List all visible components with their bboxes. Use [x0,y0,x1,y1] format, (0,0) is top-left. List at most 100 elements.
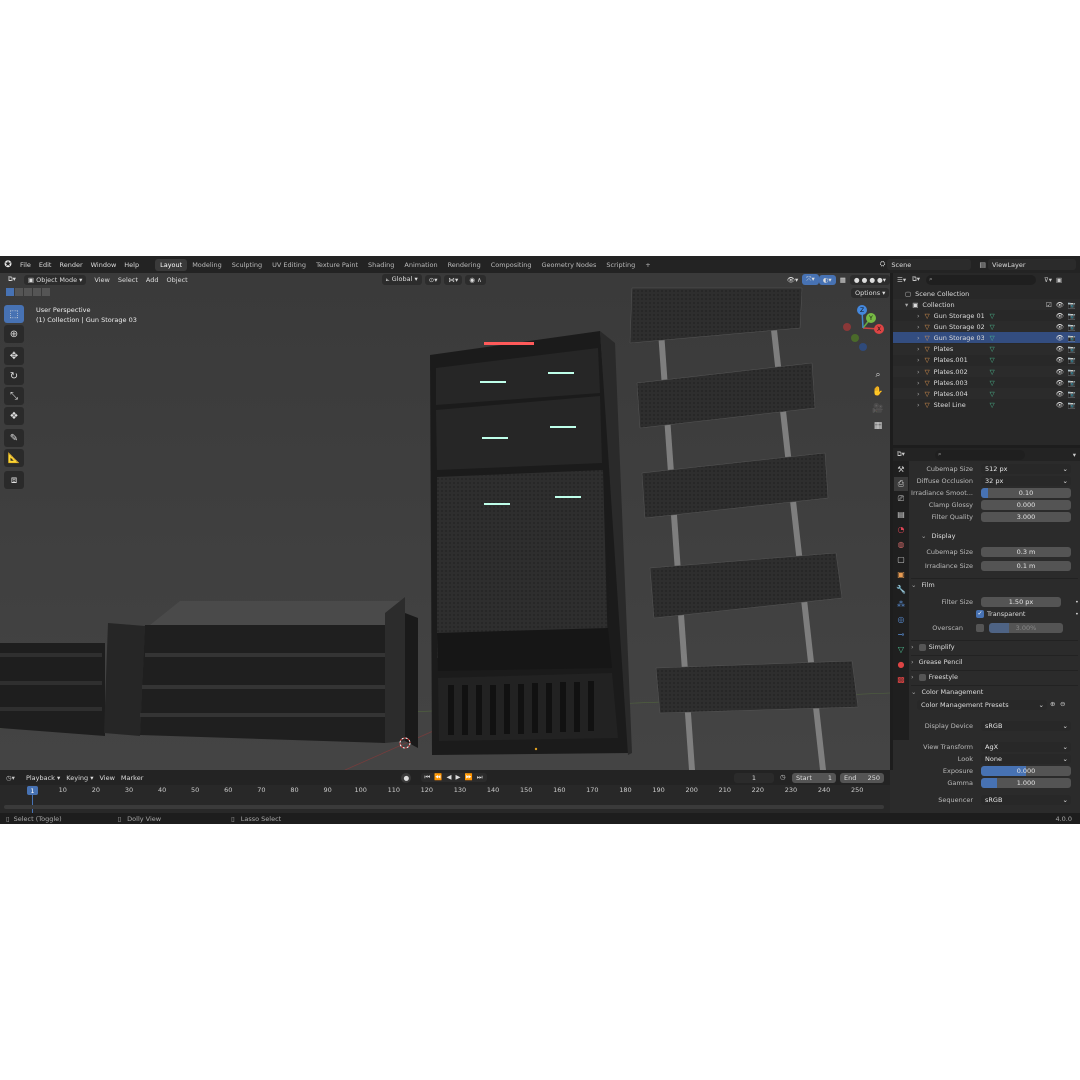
proportional-edit-icon[interactable]: ◉ ∧ [465,274,486,285]
outliner-item[interactable]: › ▽ Gun Storage 02 ▽ 👁 📷 [893,321,1080,333]
tab-geometry-nodes[interactable]: Geometry Nodes [537,259,602,271]
expand-icon[interactable]: › [917,356,920,364]
tab-sculpting[interactable]: Sculpting [227,259,267,271]
scene-icon[interactable]: ⛭ [880,260,886,269]
playback-controls[interactable]: ⏮ ⏪ ◀ ▶ ⏩ ⏭ [421,773,487,782]
annotate-tool[interactable]: ✎ [4,429,24,447]
eye-icon[interactable]: 👁 [1056,323,1064,331]
menu-file[interactable]: File [16,261,35,269]
timeline-editor-icon[interactable]: ◷▾ [6,774,15,782]
add-workspace-button[interactable]: + [640,259,655,271]
overscan-field[interactable]: 3.00% [989,623,1063,633]
color-presets-dropdown[interactable]: Color Management Presets ⌄ [917,700,1047,710]
tab-animation[interactable]: Animation [399,259,442,271]
tab-layout[interactable]: Layout [155,258,188,271]
pan-hand-icon[interactable]: ✋ [871,385,885,399]
outliner-item[interactable]: › ▽ Plates.003 ▽ 👁 📷 [893,377,1080,388]
eye-icon[interactable]: 👁 [1056,356,1064,364]
preview-range-icon[interactable]: ◷ [780,773,786,781]
camera-icon[interactable]: 📷 [1068,356,1076,364]
viewport-menu-add[interactable]: Add [142,275,163,285]
collection-checkbox[interactable]: ☑ [1046,301,1052,309]
outliner-item[interactable]: › ▽ Plates.004 ▽ 👁 📷 [893,388,1080,400]
record-button[interactable]: ● [401,772,412,783]
outliner-item[interactable]: › ▽ Gun Storage 03 ▽ 👁 📷 [893,332,1080,344]
expand-icon[interactable]: › [917,323,920,331]
tab-compositing[interactable]: Compositing [486,259,537,271]
sequencer-dropdown[interactable]: sRGB ⌄ [981,795,1071,805]
transform-orientation-dropdown[interactable]: ⟀ Global ▾ [381,274,422,285]
tab-texture-paint[interactable]: Texture Paint [311,259,363,271]
viewport-menu-view[interactable]: View [90,275,113,285]
snap-icon[interactable]: ⋈▾ [444,274,463,285]
outliner-search-input[interactable]: ⌕ [926,274,1036,285]
zoom-icon[interactable]: ⌕ [871,368,885,382]
select-intersect-icon[interactable] [42,288,50,296]
outliner-item[interactable]: › ▽ Plates ▽ 👁 📷 [893,343,1080,355]
select-box-tool[interactable]: ⬚ [4,305,24,323]
add-cube-tool[interactable]: ⧈ [4,471,24,489]
scale-tool[interactable]: ⤡ [4,387,24,405]
constraints-tab-icon[interactable]: ⊸ [894,627,908,641]
keyframe-dot-icon[interactable]: • [1075,610,1079,618]
expand-icon[interactable]: › [917,312,920,320]
timeline-menu-keying[interactable]: Keying ▾ [63,774,96,782]
editor-type-icon[interactable]: ⧉▾ [4,274,20,285]
tab-rendering[interactable]: Rendering [443,259,486,271]
view-layer-tab-icon[interactable]: ▤ [894,507,908,521]
blender-logo-icon[interactable]: ✪ [0,260,16,270]
overlay-toggle-icon[interactable]: ◐▾ [818,274,836,285]
options-dropdown[interactable]: Options ▾ [851,288,890,298]
simplify-panel[interactable]: › Simplify [911,640,1078,653]
shading-modes-icon[interactable]: ● ● ● ●▾ [849,274,890,285]
camera-view-icon[interactable]: 🎥 [871,402,885,416]
tab-scripting[interactable]: Scripting [601,259,640,271]
look-dropdown[interactable]: None ⌄ [981,754,1071,764]
eye-icon[interactable]: 👁 [1056,379,1064,387]
menu-edit[interactable]: Edit [35,261,56,269]
camera-icon[interactable]: 📷 [1068,323,1076,331]
expand-icon[interactable]: › [917,334,920,342]
eye-icon[interactable]: 👁 [1056,312,1064,320]
properties-options-icon[interactable]: ▾ [1073,451,1076,459]
freestyle-checkbox[interactable] [918,673,926,681]
display-irradiance-field[interactable]: 0.1 m [981,561,1071,571]
end-frame-field[interactable]: End 250 [840,773,884,783]
outliner-item[interactable]: › ▽ Gun Storage 01 ▽ 👁 📷 [893,310,1080,321]
display-device-dropdown[interactable]: sRGB ⌄ [981,721,1071,731]
keyframe-dot-icon[interactable]: • [1075,598,1079,606]
collection-tab-icon[interactable]: ▢ [894,552,908,566]
render-tab-icon[interactable]: ⎙ [894,477,908,491]
timeline-menu-playback[interactable]: Playback ▾ [23,774,63,782]
viewport-menu-select[interactable]: Select [114,275,142,285]
menu-window[interactable]: Window [87,261,121,269]
texture-tab-icon[interactable]: ▩ [894,672,908,686]
timeline-menu-marker[interactable]: Marker [118,774,146,782]
tab-modeling[interactable]: Modeling [187,259,227,271]
film-panel[interactable]: ⌄ Film [911,578,1078,591]
camera-icon[interactable]: 📷 [1068,312,1076,320]
particles-tab-icon[interactable]: ⁂ [894,597,908,611]
camera-icon[interactable]: 📷 [1068,345,1076,353]
new-collection-icon[interactable]: ▣ [1056,276,1062,284]
camera-icon[interactable]: 📷 [1068,301,1076,309]
camera-icon[interactable]: 📷 [1068,401,1076,409]
grease-pencil-panel[interactable]: › Grease Pencil [911,655,1078,668]
display-cubemap-field[interactable]: 0.3 m [981,547,1071,557]
outliner-item[interactable]: › ▽ Plates.002 ▽ 👁 📷 [893,366,1080,377]
transparent-checkbox[interactable]: ✓ [976,610,984,618]
gizmo-toggle-icon[interactable]: ⤧▾ [802,274,819,285]
select-subtract-icon[interactable] [24,288,32,296]
menu-help[interactable]: Help [120,261,143,269]
eye-icon[interactable]: 👁 [1056,368,1064,376]
menu-render[interactable]: Render [55,261,86,269]
transform-tool[interactable]: ❖ [4,407,24,425]
cursor-tool[interactable]: ⊕ [4,325,24,343]
camera-icon[interactable]: 📷 [1068,368,1076,376]
timeline-scrollbar[interactable] [4,805,884,809]
expand-icon[interactable]: ▾ [905,301,908,309]
add-preset-icon[interactable]: ⊕ [1050,700,1055,708]
outliner-editor-icon[interactable]: ☰▾ [897,276,906,284]
properties-search-input[interactable]: ⌕ [934,449,1025,460]
outliner-filter-icon[interactable]: ⊽▾ [1044,276,1052,284]
